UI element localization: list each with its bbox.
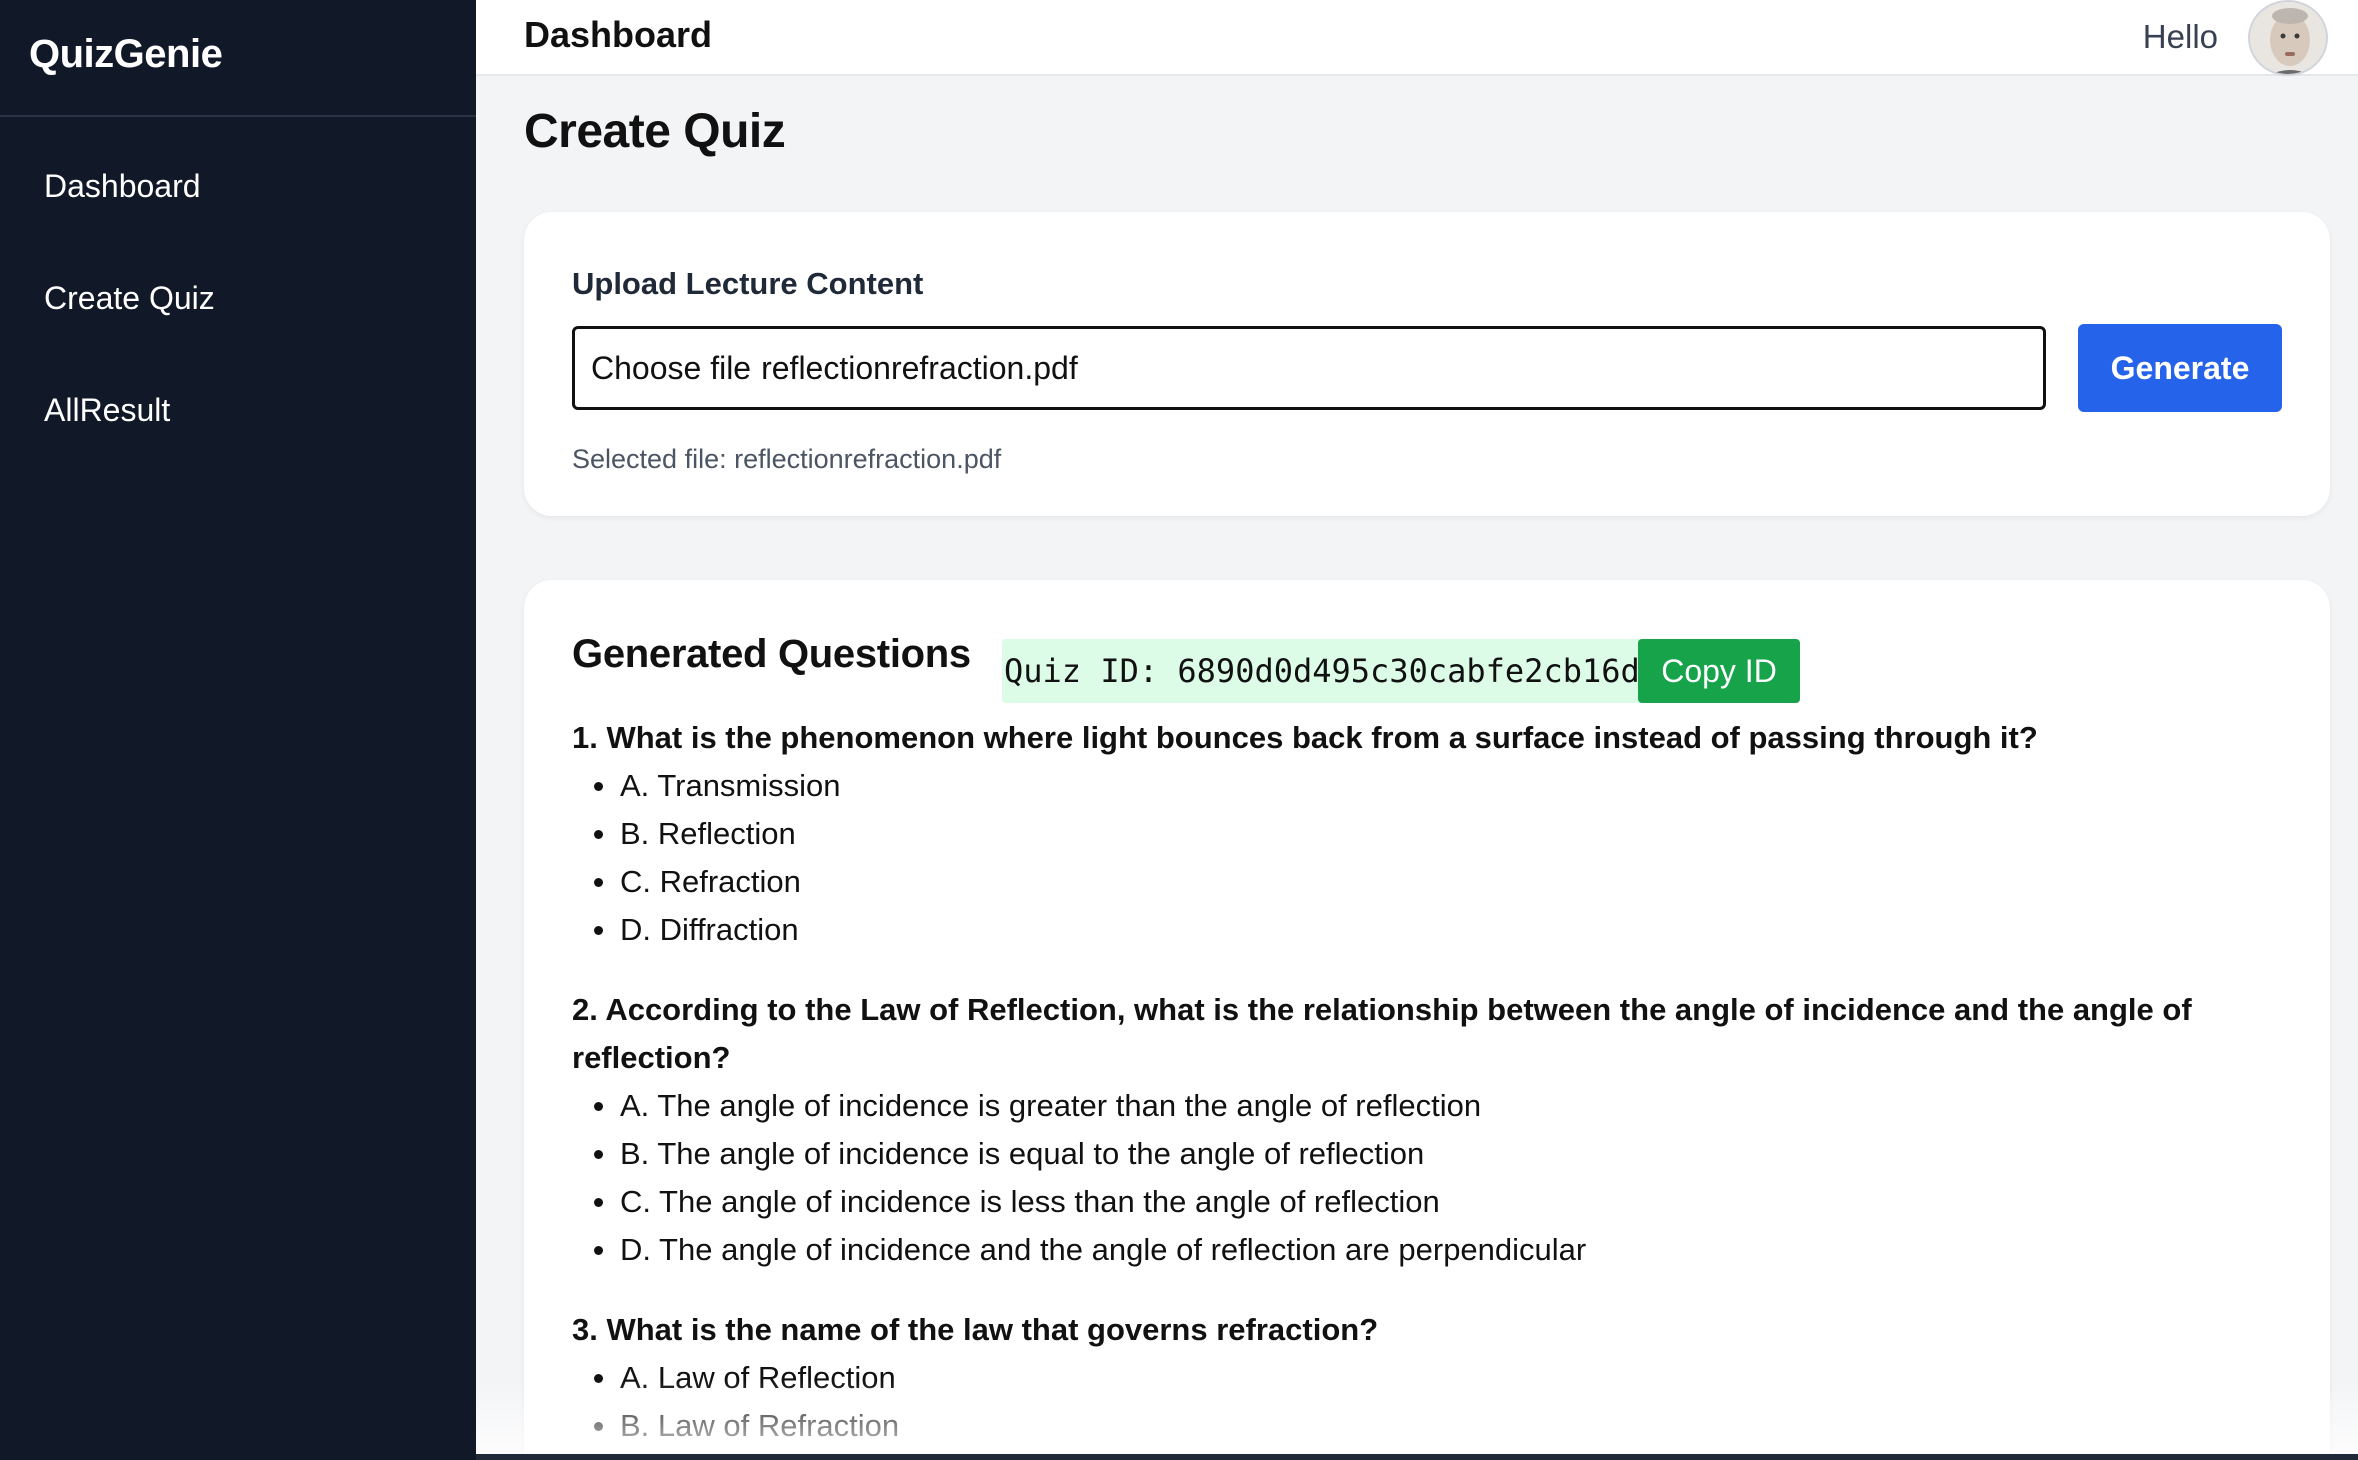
brand-logo[interactable]: QuizGenie [0,0,476,117]
option-3b: B. Law of Refraction [593,1402,899,1450]
top-header: Dashboard Hello [476,0,2358,76]
generated-questions-title: Generated Questions [572,632,971,676]
option-2b: B. The angle of incidence is equal to th… [593,1130,1424,1178]
file-name: reflectionrefraction.pdf [761,349,1078,386]
option-2d: D. The angle of incidence and the angle … [593,1226,1586,1274]
option-1d: D. Diffraction [594,906,799,954]
question-2: 2. According to the Law of Reflection, w… [572,992,2192,1075]
option-1c: C. Refraction [594,858,801,906]
window-bottom-edge [476,1454,2358,1460]
question-1: 1. What is the phenomenon where light bo… [572,720,2038,755]
page-title: Create Quiz [524,105,786,158]
greeting-text: Hello [2142,18,2218,55]
user-avatar[interactable] [2248,0,2328,76]
sidebar-item-allresult[interactable]: AllResult [44,392,170,429]
generate-button[interactable]: Generate [2078,324,2282,412]
quiz-id: Quiz ID: 6890d0d495c30cabfe2cb16d [1002,639,1640,703]
selected-file-text: Selected file: reflectionrefraction.pdf [572,444,1002,474]
upload-card: Upload Lecture Content Choose file refle… [524,212,2330,516]
app-root: QuizGenie Dashboard Create Quiz AllResul… [0,0,2358,1460]
option-1b: B. Reflection [594,810,796,858]
upload-label: Upload Lecture Content [572,266,924,301]
option-3a: A. Law of Reflection [594,1354,896,1402]
avatar-face-icon [2250,2,2326,74]
option-2c: C. The angle of incidence is less than t… [594,1178,1440,1226]
sidebar: QuizGenie Dashboard Create Quiz AllResul… [0,0,476,1460]
generated-questions-card: Generated Questions Quiz ID: 6890d0d495c… [524,580,2330,1460]
choose-file-label[interactable]: Choose file [591,350,751,387]
sidebar-item-create-quiz[interactable]: Create Quiz [44,280,215,317]
sidebar-item-dashboard[interactable]: Dashboard [44,168,201,205]
option-2a: A. The angle of incidence is greater tha… [593,1082,1481,1130]
copy-id-button[interactable]: Copy ID [1638,639,1800,703]
header-title: Dashboard [524,14,713,55]
file-input[interactable]: Choose file reflectionrefraction.pdf [572,326,2046,410]
question-3: 3. What is the name of the law that gove… [572,1312,1379,1347]
option-1a: A. Transmission [594,762,841,810]
